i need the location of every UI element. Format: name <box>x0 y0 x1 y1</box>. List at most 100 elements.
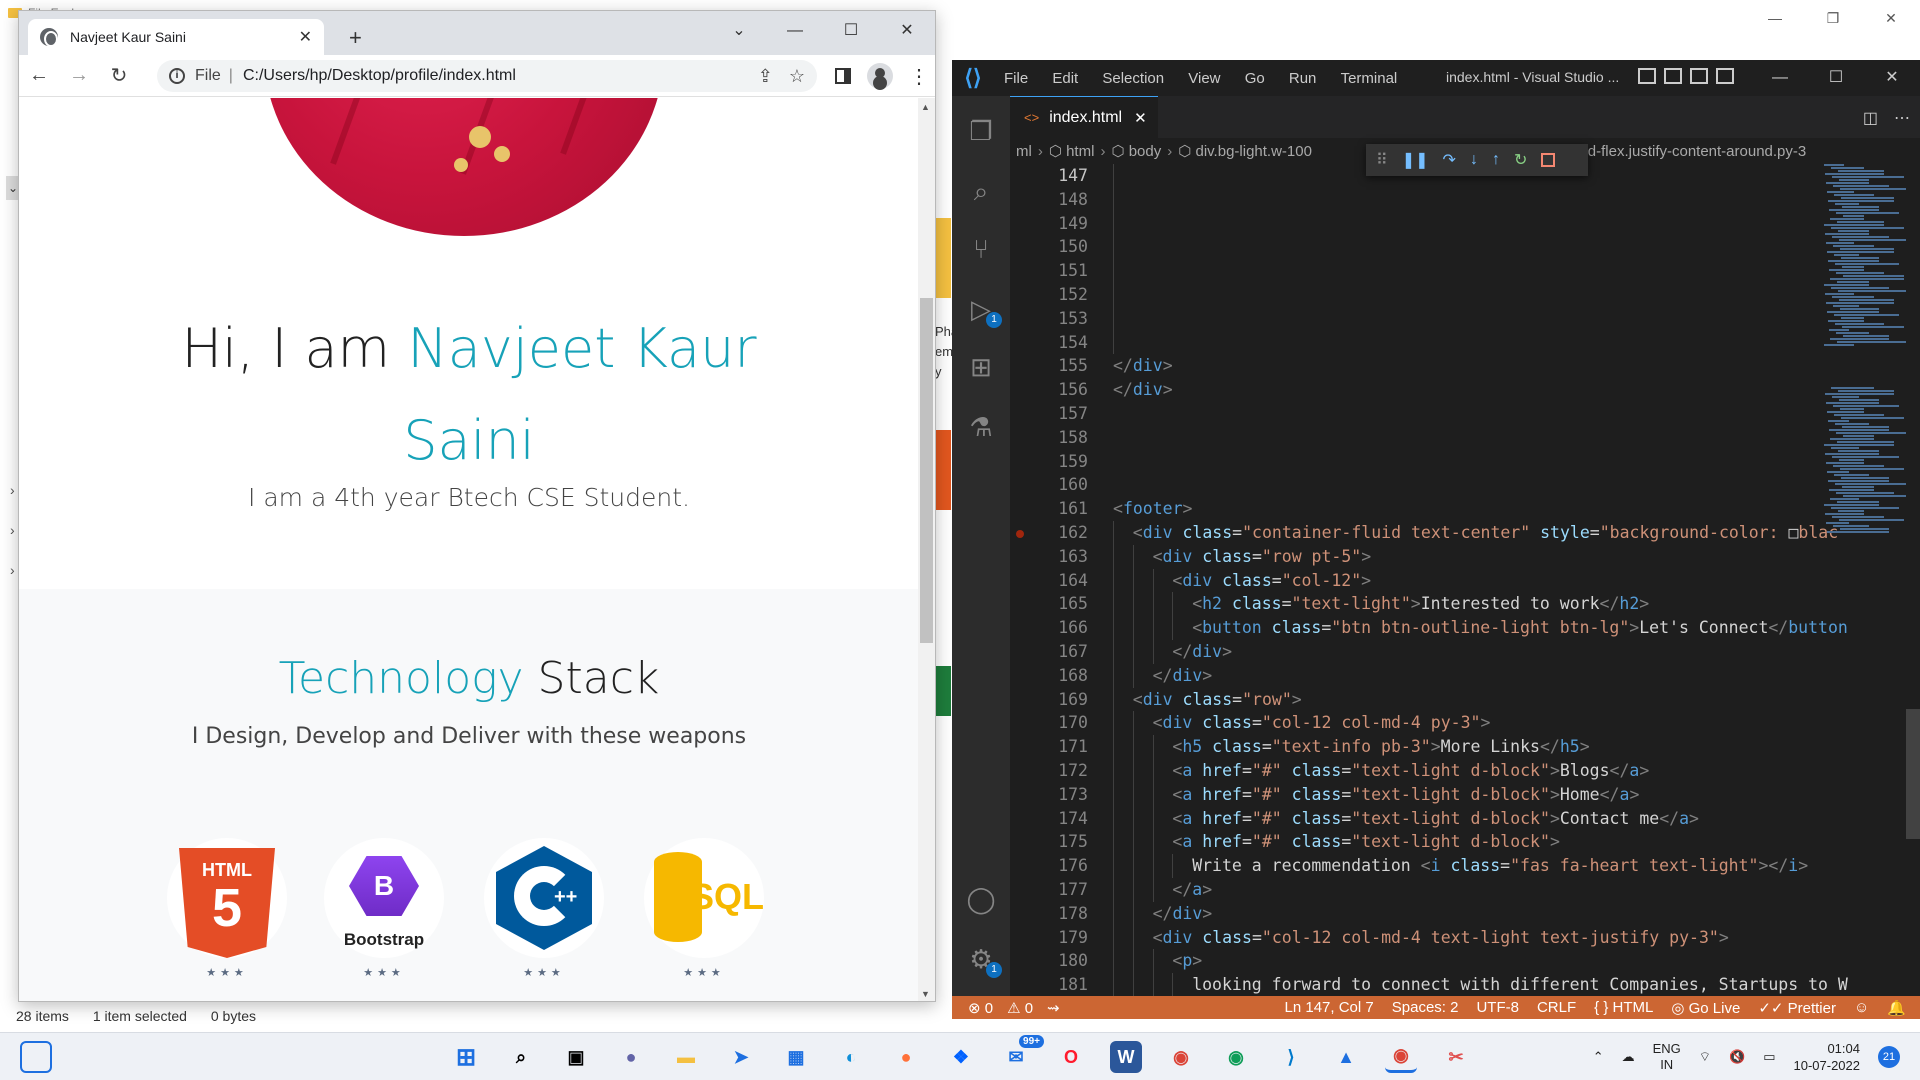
toggle-secondary-sidebar-icon[interactable] <box>1690 68 1708 84</box>
warnings-count[interactable]: ⚠ 0 <box>1007 999 1033 1017</box>
edge-icon[interactable]: ◐ <box>835 1041 867 1073</box>
bookmark-star-icon[interactable]: ☆ <box>789 66 805 87</box>
menu-view[interactable]: View <box>1188 70 1220 87</box>
menu-edit[interactable]: Edit <box>1052 70 1078 87</box>
customize-layout-icon[interactable] <box>1716 68 1734 84</box>
minimap[interactable] <box>1824 164 1914 996</box>
code-line[interactable]: 178 </div> <box>1010 901 1920 926</box>
notification-count[interactable]: 21 <box>1878 1046 1900 1068</box>
side-panel-icon[interactable] <box>835 68 851 84</box>
minimize-icon[interactable]: — <box>1752 60 1808 96</box>
language-mode[interactable]: { } HTML <box>1594 999 1653 1017</box>
code-line[interactable]: 177 </a> <box>1010 878 1920 902</box>
menu-run[interactable]: Run <box>1289 70 1317 87</box>
notifications-bell-icon[interactable]: 🔔 <box>1887 999 1906 1017</box>
split-editor-icon[interactable]: ◫ <box>1863 108 1878 128</box>
code-line[interactable]: 159 <box>1010 450 1920 474</box>
scrollbar-thumb[interactable] <box>1906 709 1920 839</box>
go-live-button[interactable]: ◎ Go Live <box>1671 999 1740 1017</box>
language-indicator[interactable]: ENG IN <box>1653 1041 1681 1073</box>
profile-avatar-icon[interactable] <box>867 63 893 89</box>
code-line[interactable]: 161 <footer> <box>1010 497 1920 521</box>
start-windows-icon[interactable]: ⊞ <box>450 1041 482 1073</box>
code-line[interactable]: 149 <box>1010 211 1920 236</box>
step-into-icon[interactable]: ↓ <box>1470 151 1478 169</box>
forward-button[interactable]: → <box>59 64 99 87</box>
mail-icon[interactable]: ✉ 99+ <box>1000 1035 1044 1073</box>
code-line[interactable]: 157 <box>1010 402 1920 426</box>
minimize-icon[interactable]: — <box>1746 0 1804 36</box>
chrome-icon[interactable]: ◉ <box>1165 1041 1197 1073</box>
reload-button[interactable]: ↻ <box>99 63 139 88</box>
run-debug-icon[interactable]: ▷ 1 <box>964 292 1002 328</box>
code-line[interactable]: 176 Write a recommendation <i class="fas … <box>1010 854 1920 878</box>
url-text[interactable]: C:/Users/hp/Desktop/profile/index.html <box>243 67 742 85</box>
code-line[interactable]: 155 </div> <box>1010 354 1920 378</box>
minimize-icon[interactable]: — <box>767 11 823 55</box>
code-line[interactable]: 165 <h2 class="text-light">Interested to … <box>1010 592 1920 617</box>
tab-search-icon[interactable]: ⌄ <box>711 11 767 55</box>
store-icon[interactable]: ▦ <box>780 1041 812 1073</box>
errors-count[interactable]: ⊗ 0 <box>968 999 993 1017</box>
extensions-icon[interactable]: ⊞ <box>964 350 998 384</box>
accounts-icon[interactable]: ◯ <box>964 882 998 916</box>
cloud-icon[interactable]: ☁ <box>1622 1049 1635 1065</box>
live-share-icon[interactable]: ⇝ <box>1047 999 1060 1017</box>
kebab-menu-icon[interactable]: ⋮ <box>909 64 929 89</box>
code-line[interactable]: 174 <a href="#" class="text-light d-block… <box>1010 806 1920 831</box>
code-line[interactable]: 152 <box>1010 283 1920 307</box>
testing-flask-icon[interactable]: ⚗ <box>964 410 998 444</box>
photos-icon[interactable]: ▲ <box>1330 1041 1362 1073</box>
volume-muted-icon[interactable]: 🔇 <box>1729 1049 1745 1065</box>
cursor-position[interactable]: Ln 147, Col 7 <box>1285 999 1374 1017</box>
code-line[interactable]: 158 <box>1010 426 1920 450</box>
code-line[interactable]: 172 <a href="#" class="text-light d-block… <box>1010 759 1920 783</box>
firefox-icon[interactable]: ● <box>890 1041 922 1073</box>
breadcrumb-item[interactable]: ⬡ div.bg-light.w-100 <box>1178 142 1312 160</box>
scroll-up-icon[interactable]: ▲ <box>921 102 930 112</box>
breadcrumb-item[interactable]: ⬡ html <box>1049 142 1095 160</box>
editor-scrollbar[interactable] <box>1906 164 1920 996</box>
back-button[interactable]: ← <box>19 64 59 87</box>
settings-gear-icon[interactable]: ⚙ 1 <box>964 942 1002 978</box>
source-control-icon[interactable]: ⑂ <box>964 232 998 266</box>
snipping-tool-icon[interactable]: ✂ <box>1440 1041 1472 1073</box>
breadcrumb-item[interactable]: ml <box>1016 143 1032 160</box>
browser-tab[interactable]: Navjeet Kaur Saini ✕ <box>28 19 324 55</box>
opera-icon[interactable]: O <box>1055 1041 1087 1073</box>
widgets-icon[interactable] <box>20 1041 52 1073</box>
toggle-panel-icon[interactable] <box>1664 68 1682 84</box>
code-line[interactable]: 173 <a href="#" class="text-light d-block… <box>1010 782 1920 807</box>
menu-terminal[interactable]: Terminal <box>1341 70 1398 87</box>
code-line[interactable]: 160 <box>1010 473 1920 497</box>
task-view-icon[interactable]: ▣ <box>560 1041 592 1073</box>
breadcrumb-item[interactable]: ⬡ body <box>1111 142 1161 160</box>
menu-selection[interactable]: Selection <box>1102 70 1164 87</box>
code-line[interactable]: 167 </div> <box>1010 640 1920 664</box>
vscode-icon[interactable]: ⟩ <box>1275 1041 1307 1073</box>
indentation[interactable]: Spaces: 2 <box>1392 999 1459 1017</box>
step-out-icon[interactable]: ↑ <box>1492 151 1500 169</box>
close-tab-icon[interactable]: ✕ <box>1134 109 1147 127</box>
code-line[interactable]: 164 <div class="col-12"> <box>1010 568 1920 593</box>
power-automate-icon[interactable]: ➤ <box>725 1041 757 1073</box>
code-line[interactable]: 180 <p> <box>1010 949 1920 974</box>
code-line[interactable]: 170 <div class="col-12 col-md-4 py-3"> <box>1010 711 1920 736</box>
wifi-icon[interactable]: ⌔ <box>1699 1049 1711 1065</box>
code-line[interactable]: 156 </div> <box>1010 378 1920 402</box>
prettier-status[interactable]: ✓✓ Prettier <box>1758 999 1836 1017</box>
chrome-profile-icon[interactable]: ◉ <box>1220 1041 1252 1073</box>
pause-icon[interactable]: ❚❚ <box>1402 150 1429 170</box>
code-line[interactable]: 154 <box>1010 330 1920 355</box>
stop-icon[interactable] <box>1541 153 1556 167</box>
chevron-up-icon[interactable]: ⌃ <box>1593 1049 1604 1065</box>
teams-chat-icon[interactable]: ● <box>615 1041 647 1073</box>
close-icon[interactable]: ✕ <box>879 11 935 55</box>
search-icon[interactable]: ⌕ <box>505 1041 537 1073</box>
code-line[interactable]: 148 <box>1010 187 1920 212</box>
file-explorer-icon[interactable]: ▬ <box>670 1041 702 1073</box>
scrollbar-thumb[interactable] <box>920 298 933 643</box>
tree-expand-arrows[interactable]: › › › <box>10 470 15 590</box>
close-icon[interactable]: ✕ <box>1862 0 1920 36</box>
step-over-icon[interactable]: ↷ <box>1443 150 1456 170</box>
